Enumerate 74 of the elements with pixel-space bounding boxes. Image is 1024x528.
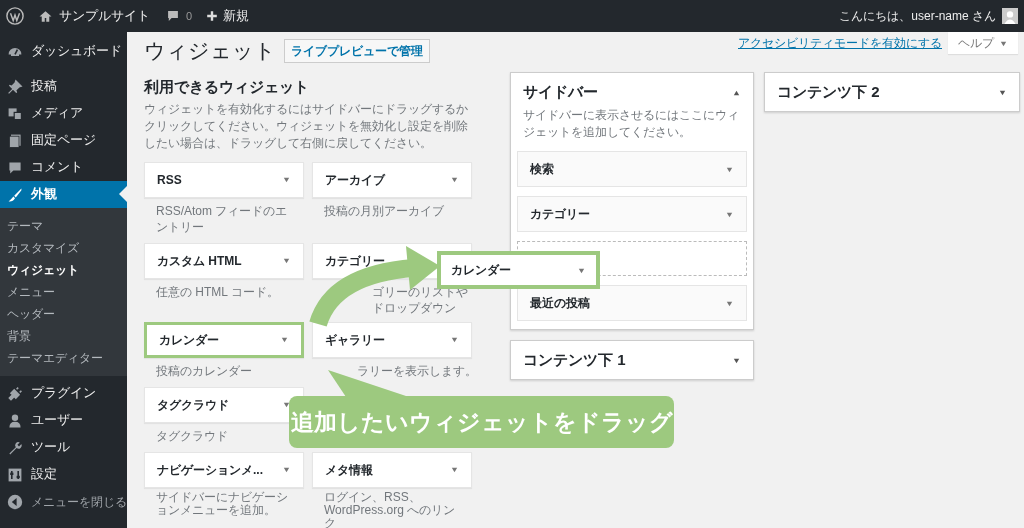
expand-arrow-icon <box>282 400 291 409</box>
submenu-item[interactable]: メニュー <box>0 281 127 303</box>
area-header[interactable]: コンテンツ下 2 <box>765 73 1019 111</box>
collapse-icon <box>7 493 23 510</box>
expand-arrow-icon <box>450 465 459 474</box>
widget-card[interactable]: RSS <box>144 161 304 198</box>
expand-arrow-icon <box>450 335 459 344</box>
widget-card[interactable]: カレンダー <box>144 321 304 358</box>
widget-card[interactable]: 検索 <box>517 151 747 187</box>
media-icon <box>7 105 23 122</box>
submenu-item[interactable]: カスタマイズ <box>0 237 127 259</box>
wordpress-logo-icon <box>6 7 24 25</box>
new-link[interactable]: 新規 <box>223 6 250 26</box>
widget-card[interactable]: アーカイブ <box>312 161 472 198</box>
collapse-menu-button[interactable]: メニューを閉じる <box>0 488 127 515</box>
widget-card[interactable]: 最近の投稿 <box>517 285 747 321</box>
expand-arrow-icon <box>450 175 459 184</box>
submenu-item[interactable]: テーマ <box>0 215 127 237</box>
user-icon <box>7 412 23 429</box>
menu-item[interactable]: 設定 <box>0 461 127 488</box>
widget-card[interactable]: ナビゲーションメ... <box>144 451 304 488</box>
avatar-icon <box>1002 8 1018 24</box>
area-description: サイドバーに表示させるにはここにウィジェットを追加してください。 <box>522 107 740 141</box>
accessibility-link[interactable]: アクセシビリティモードを有効にする <box>738 34 942 52</box>
widget-description: ラリーを表示します。 <box>356 362 472 379</box>
menu-item[interactable]: メディア <box>0 100 127 127</box>
menu-item[interactable]: 投稿 <box>0 73 127 100</box>
expand-arrow-icon <box>282 465 291 474</box>
menu-item[interactable]: ツール <box>0 434 127 461</box>
comment-icon <box>166 9 180 23</box>
plus-icon <box>206 10 219 22</box>
submenu-item[interactable]: テーマエディター <box>0 347 127 369</box>
widget-card[interactable]: ギャラリー <box>312 321 472 358</box>
widget-description: 投稿のカレンダー <box>155 362 253 379</box>
live-preview-button[interactable]: ライブプレビューで管理 <box>284 39 430 63</box>
home-icon <box>38 8 53 24</box>
site-name-link[interactable]: サンプルサイト <box>59 6 150 26</box>
help-button[interactable]: ヘルプ <box>948 32 1018 54</box>
widget-description: タグクラウド <box>155 427 229 444</box>
widget-description: 投稿の月別アーカイブ <box>323 202 445 219</box>
widget-description: ログイン、RSS、WordPress.org へのリンク <box>323 490 457 528</box>
expand-arrow-icon <box>280 335 289 344</box>
submenu-item[interactable]: 背景 <box>0 325 127 347</box>
widget-card[interactable]: カスタム HTML <box>144 242 304 279</box>
pointer-icon <box>119 186 127 202</box>
menu-item[interactable]: 外観 <box>0 181 127 208</box>
settings-icon <box>7 466 23 483</box>
paintbrush-icon <box>7 186 23 203</box>
greeting-text[interactable]: こんにちは、user-name さん <box>839 7 996 25</box>
menu-item[interactable]: プラグイン <box>0 380 127 407</box>
menu-item[interactable]: ダッシュボード <box>0 38 127 65</box>
comment-count[interactable]: 0 <box>186 7 193 25</box>
menu-item[interactable]: 固定ページ <box>0 127 127 154</box>
menu-item[interactable]: コメント <box>0 154 127 181</box>
speech-bubble-icon <box>7 159 23 176</box>
menu-item[interactable]: ユーザー <box>0 407 127 434</box>
plug-icon <box>7 385 23 402</box>
widget-description: RSS/Atom フィードのエントリー <box>155 202 289 235</box>
dragged-widget-card[interactable]: カレンダー <box>437 251 600 289</box>
area-header[interactable]: コンテンツ下 1 <box>511 341 753 379</box>
pages-icon <box>7 132 23 149</box>
expand-arrow-icon <box>282 175 291 184</box>
widget-description: 任意の HTML コード。 <box>155 283 280 300</box>
submenu-item[interactable]: ヘッダー <box>0 303 127 325</box>
pushpin-icon <box>7 78 23 95</box>
submenu-item[interactable]: ウィジェット <box>0 259 127 281</box>
page-title: ウィジェット <box>144 38 276 65</box>
wrench-icon <box>7 439 23 456</box>
widget-card[interactable]: カテゴリー <box>517 196 747 232</box>
widget-description: サイドバーにナビゲーションメニューを追加。 <box>155 490 289 517</box>
section-heading: 利用できるウィジェット <box>144 77 310 97</box>
instructions-text: ウィジェットを有効化するにはサイドバーにドラッグするかクリックしてください。ウィジェットを無効化し設定を削除したい場合は、ドラッグして右側に戻してください。 <box>144 100 469 152</box>
widget-card[interactable]: メタ情報 <box>312 451 472 488</box>
expand-arrow-icon <box>282 256 291 265</box>
